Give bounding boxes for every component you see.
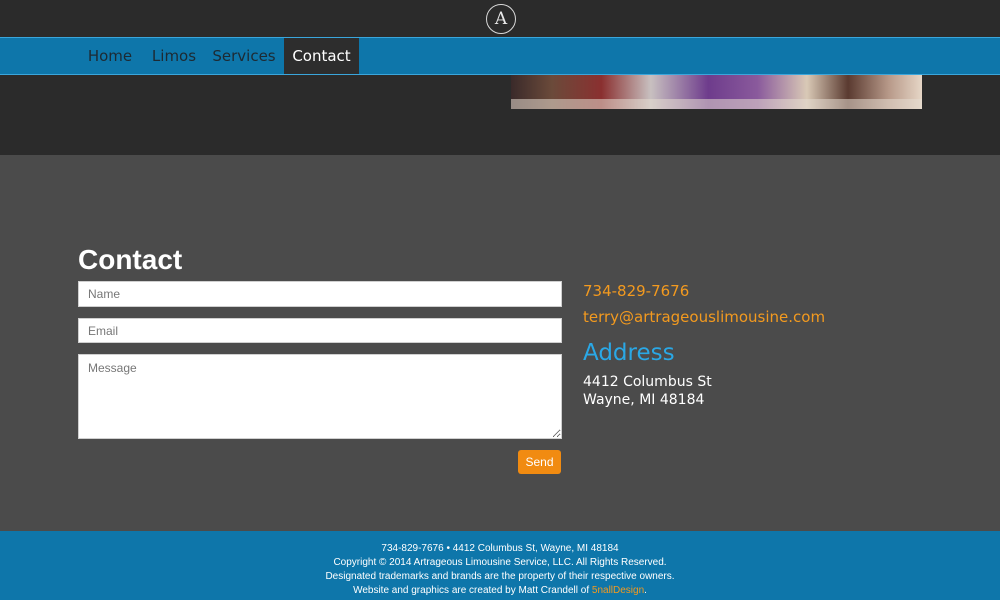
hero-section [0,75,1000,155]
main-nav: Home Limos Services Contact [0,37,1000,75]
nav-item-contact[interactable]: Contact [284,38,359,74]
logo[interactable]: A [486,4,516,34]
nav-item-home[interactable]: Home [80,38,140,74]
hero-photo-shade [511,99,922,109]
send-button[interactable]: Send [518,450,561,474]
footer-trademark-notice: Designated trademarks and brands are the… [325,571,675,582]
footer-credits-text: Website and graphics are created by Matt… [353,585,592,596]
footer-designer-link[interactable]: 5nallDesign [592,585,644,596]
nav-item-services[interactable]: Services [208,38,280,74]
message-field[interactable] [78,354,562,439]
contact-section [0,155,1000,531]
contact-heading: Contact [78,244,183,275]
email-link[interactable]: terry@artrageouslimousine.com [583,308,825,326]
nav-item-limos[interactable]: Limos [146,38,202,74]
address-line-2: Wayne, MI 48184 [583,392,705,408]
phone-link[interactable]: 734-829-7676 [583,282,689,300]
email-field[interactable] [78,318,562,343]
footer-copyright: Copyright © 2014 Artrageous Limousine Se… [333,557,667,568]
hero-photo [511,75,922,109]
address-line-1: 4412 Columbus St [583,374,712,390]
footer: 734-829-7676 • 4412 Columbus St, Wayne, … [0,531,1000,600]
footer-credits: Website and graphics are created by Matt… [0,584,1000,598]
artrageous-a-monogram-icon: A [494,8,508,29]
name-field[interactable] [78,281,562,307]
footer-credits-end: . [644,585,647,596]
top-bar: A [0,0,1000,37]
address-heading: Address [583,340,675,366]
footer-contact-line: 734-829-7676 • 4412 Columbus St, Wayne, … [381,543,619,554]
